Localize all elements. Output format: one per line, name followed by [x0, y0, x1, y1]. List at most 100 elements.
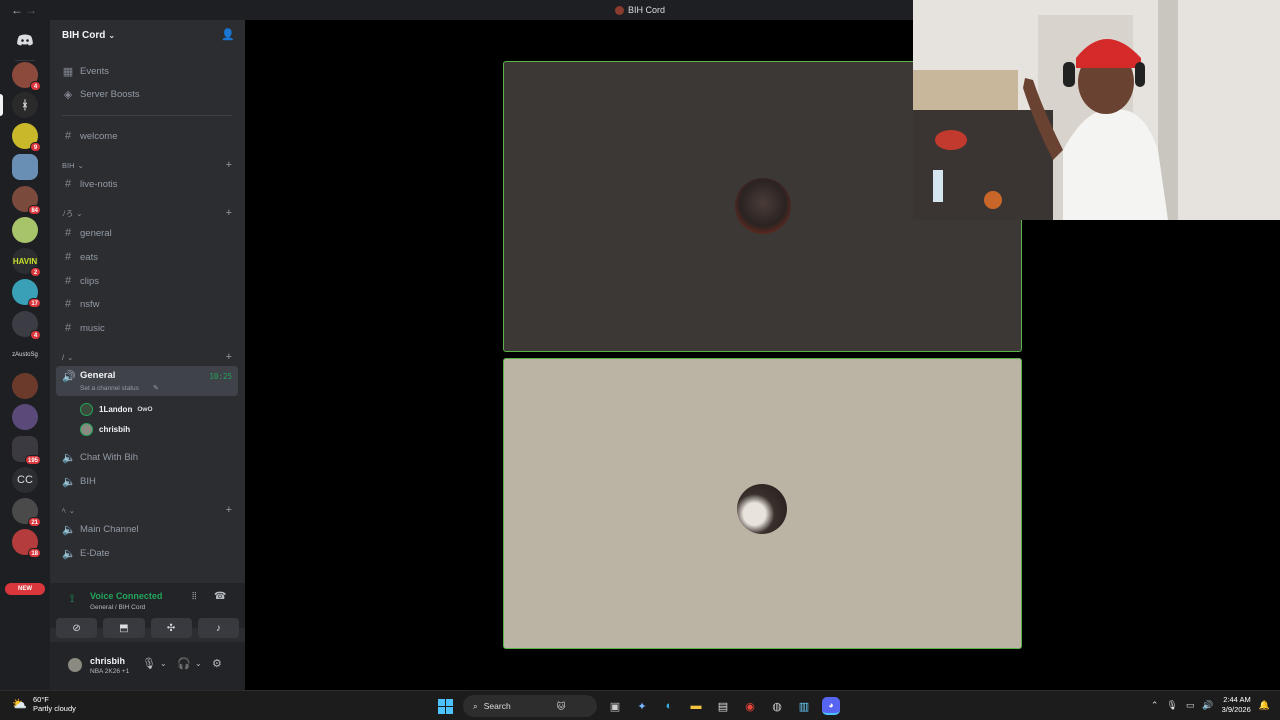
- category-4[interactable]: ﾍ ⌄ +: [62, 503, 238, 517]
- events-label: Events: [80, 65, 110, 77]
- disconnect-icon[interactable]: ☎: [214, 591, 226, 602]
- server-avatar-austin[interactable]: zAustoSg: [12, 342, 38, 368]
- server-avatar-3[interactable]: 9: [12, 123, 41, 152]
- hash-icon: #: [64, 227, 72, 239]
- microphone-tray-icon[interactable]: 🎙: [1166, 700, 1177, 711]
- file-explorer-icon[interactable]: ▬: [687, 697, 705, 715]
- discord-home-icon[interactable]: [12, 27, 38, 53]
- server-avatar-13[interactable]: 195: [12, 436, 41, 465]
- soundboard-icon: ♪: [215, 622, 221, 634]
- channel-eats[interactable]: # eats: [56, 247, 238, 267]
- voice-member-chrisbih[interactable]: chrisbih: [80, 421, 130, 437]
- screen-share-icon: ⬒: [119, 622, 129, 634]
- edge-icon[interactable]: ◐: [660, 697, 678, 715]
- add-channel-icon[interactable]: +: [226, 159, 232, 171]
- channel-label: nsfw: [80, 298, 100, 310]
- gear-icon[interactable]: ⚙: [212, 657, 222, 670]
- voice-channel-chat-with-bih[interactable]: 🔈 Chat With Bih: [56, 447, 238, 467]
- events-item[interactable]: ▦ Events: [56, 61, 238, 81]
- channel-nsfw[interactable]: # nsfw: [56, 294, 238, 314]
- add-member-icon[interactable]: 👤: [221, 28, 235, 41]
- notifications-icon[interactable]: 🔔: [1259, 700, 1270, 711]
- category-bih[interactable]: BIH ⌄ +: [62, 158, 238, 172]
- server-avatar-8[interactable]: 17: [12, 279, 41, 308]
- voice-connected-title[interactable]: Voice Connected: [90, 591, 162, 601]
- clock-time: 2:44 AM: [1223, 695, 1251, 704]
- hash-icon: #: [64, 130, 72, 142]
- add-channel-icon[interactable]: +: [226, 351, 232, 363]
- server-avatar-9[interactable]: 4: [12, 311, 41, 340]
- channel-general[interactable]: # general: [56, 223, 238, 243]
- voice-channel-main[interactable]: 🔈 Main Channel: [56, 519, 238, 539]
- add-channel-icon[interactable]: +: [226, 504, 232, 516]
- chrome-icon[interactable]: ◉: [741, 697, 759, 715]
- category-2[interactable]: ﾉろ ⌄ +: [62, 206, 238, 220]
- hash-icon: #: [64, 275, 72, 287]
- server-header[interactable]: BIH Cord ⌄ 👤: [50, 20, 245, 50]
- user-avatar[interactable]: [66, 656, 84, 674]
- server-bih-cord[interactable]: ᚼ: [0, 92, 38, 118]
- new-servers-pill[interactable]: NEW: [5, 583, 45, 595]
- discord-taskbar-icon[interactable]: ◕: [822, 697, 840, 715]
- chevron-down-icon[interactable]: ⌄: [160, 659, 167, 668]
- divider: [62, 115, 232, 116]
- channel-clips[interactable]: # clips: [56, 271, 238, 291]
- speaker-icon: 🔈: [62, 547, 76, 560]
- windows-start-icon[interactable]: [436, 697, 454, 715]
- selected-pill: [0, 94, 3, 116]
- pencil-icon[interactable]: ✎: [153, 384, 159, 392]
- activities-button[interactable]: ✣: [150, 618, 192, 638]
- soundboard-button[interactable]: ♪: [197, 618, 239, 638]
- weather-widget[interactable]: ⛅ 60°F Partly cloudy: [12, 695, 76, 713]
- store-icon[interactable]: ▤: [714, 697, 732, 715]
- server-avatar-5[interactable]: 84: [12, 186, 41, 215]
- channel-status[interactable]: Set a channel status: [80, 385, 139, 392]
- server-avatar-6[interactable]: [12, 217, 38, 243]
- user-name[interactable]: chrisbih: [90, 656, 125, 666]
- server-avatar-4[interactable]: [12, 154, 38, 180]
- video-tile-chrisbih[interactable]: [503, 358, 1022, 649]
- channel-label: general: [80, 227, 112, 239]
- copilot-icon[interactable]: ✦: [633, 697, 651, 715]
- server-boosts-item[interactable]: ◈ Server Boosts: [56, 84, 238, 104]
- chevron-down-icon[interactable]: ⌄: [195, 659, 202, 668]
- weather-icon: ⛅: [12, 697, 27, 711]
- server-avatar-12[interactable]: [12, 404, 38, 430]
- category-3[interactable]: / ⌄ +: [62, 350, 238, 364]
- volume-icon[interactable]: 🔊: [1202, 700, 1213, 711]
- voice-channel-general[interactable]: 🔊 General 10:25 Set a channel status ✎: [56, 366, 238, 396]
- chevron-up-icon[interactable]: ⌃: [1151, 700, 1159, 711]
- channel-welcome[interactable]: # welcome: [56, 126, 238, 146]
- notepad-icon[interactable]: ▥: [795, 697, 813, 715]
- server-avatar-11[interactable]: [12, 373, 38, 399]
- boost-icon: ◈: [63, 88, 73, 101]
- headphones-icon[interactable]: 🎧: [177, 657, 191, 670]
- speaker-icon: 🔈: [62, 523, 76, 536]
- taskbar-search[interactable]: ⌕ Search 🐱: [463, 695, 597, 717]
- voice-connected-subtitle[interactable]: General / BIH Cord: [90, 604, 145, 611]
- network-icon[interactable]: ▭: [1186, 700, 1195, 711]
- signal-icon[interactable]: ⟟: [70, 593, 74, 606]
- microphone-icon[interactable]: 🎙: [142, 657, 156, 670]
- noise-suppression-icon[interactable]: ⦙⦙: [192, 591, 196, 602]
- channel-label: General: [80, 370, 116, 381]
- server-avatar-15[interactable]: 21: [12, 498, 41, 527]
- channel-label: Main Channel: [80, 523, 139, 535]
- voice-channel-bih[interactable]: 🔈 BIH: [56, 471, 238, 491]
- clock[interactable]: 2:44 AM 3/9/2026: [1222, 695, 1251, 715]
- server-avatar-1[interactable]: 4: [12, 62, 41, 91]
- obs-icon[interactable]: ◍: [768, 697, 786, 715]
- voice-member-1landon[interactable]: 1Landon OwO: [80, 401, 153, 417]
- server-avatar-cc[interactable]: CC: [12, 467, 38, 493]
- screen-share-button[interactable]: ⬒: [103, 618, 145, 638]
- add-channel-icon[interactable]: +: [226, 207, 232, 219]
- voice-channel-edate[interactable]: 🔈 E-Date: [56, 543, 238, 563]
- channel-live-notis[interactable]: # live-notis: [56, 174, 238, 194]
- channel-music[interactable]: # music: [56, 318, 238, 338]
- server-avatar-16[interactable]: 18: [12, 529, 41, 558]
- camera-off-button[interactable]: ⊘: [56, 618, 98, 638]
- task-view-icon[interactable]: ▣: [606, 697, 624, 715]
- server-glyph: ᚼ: [21, 98, 29, 112]
- server-avatar-havin[interactable]: HAVIN 2: [12, 248, 41, 277]
- webcam-overlay: [913, 0, 1280, 220]
